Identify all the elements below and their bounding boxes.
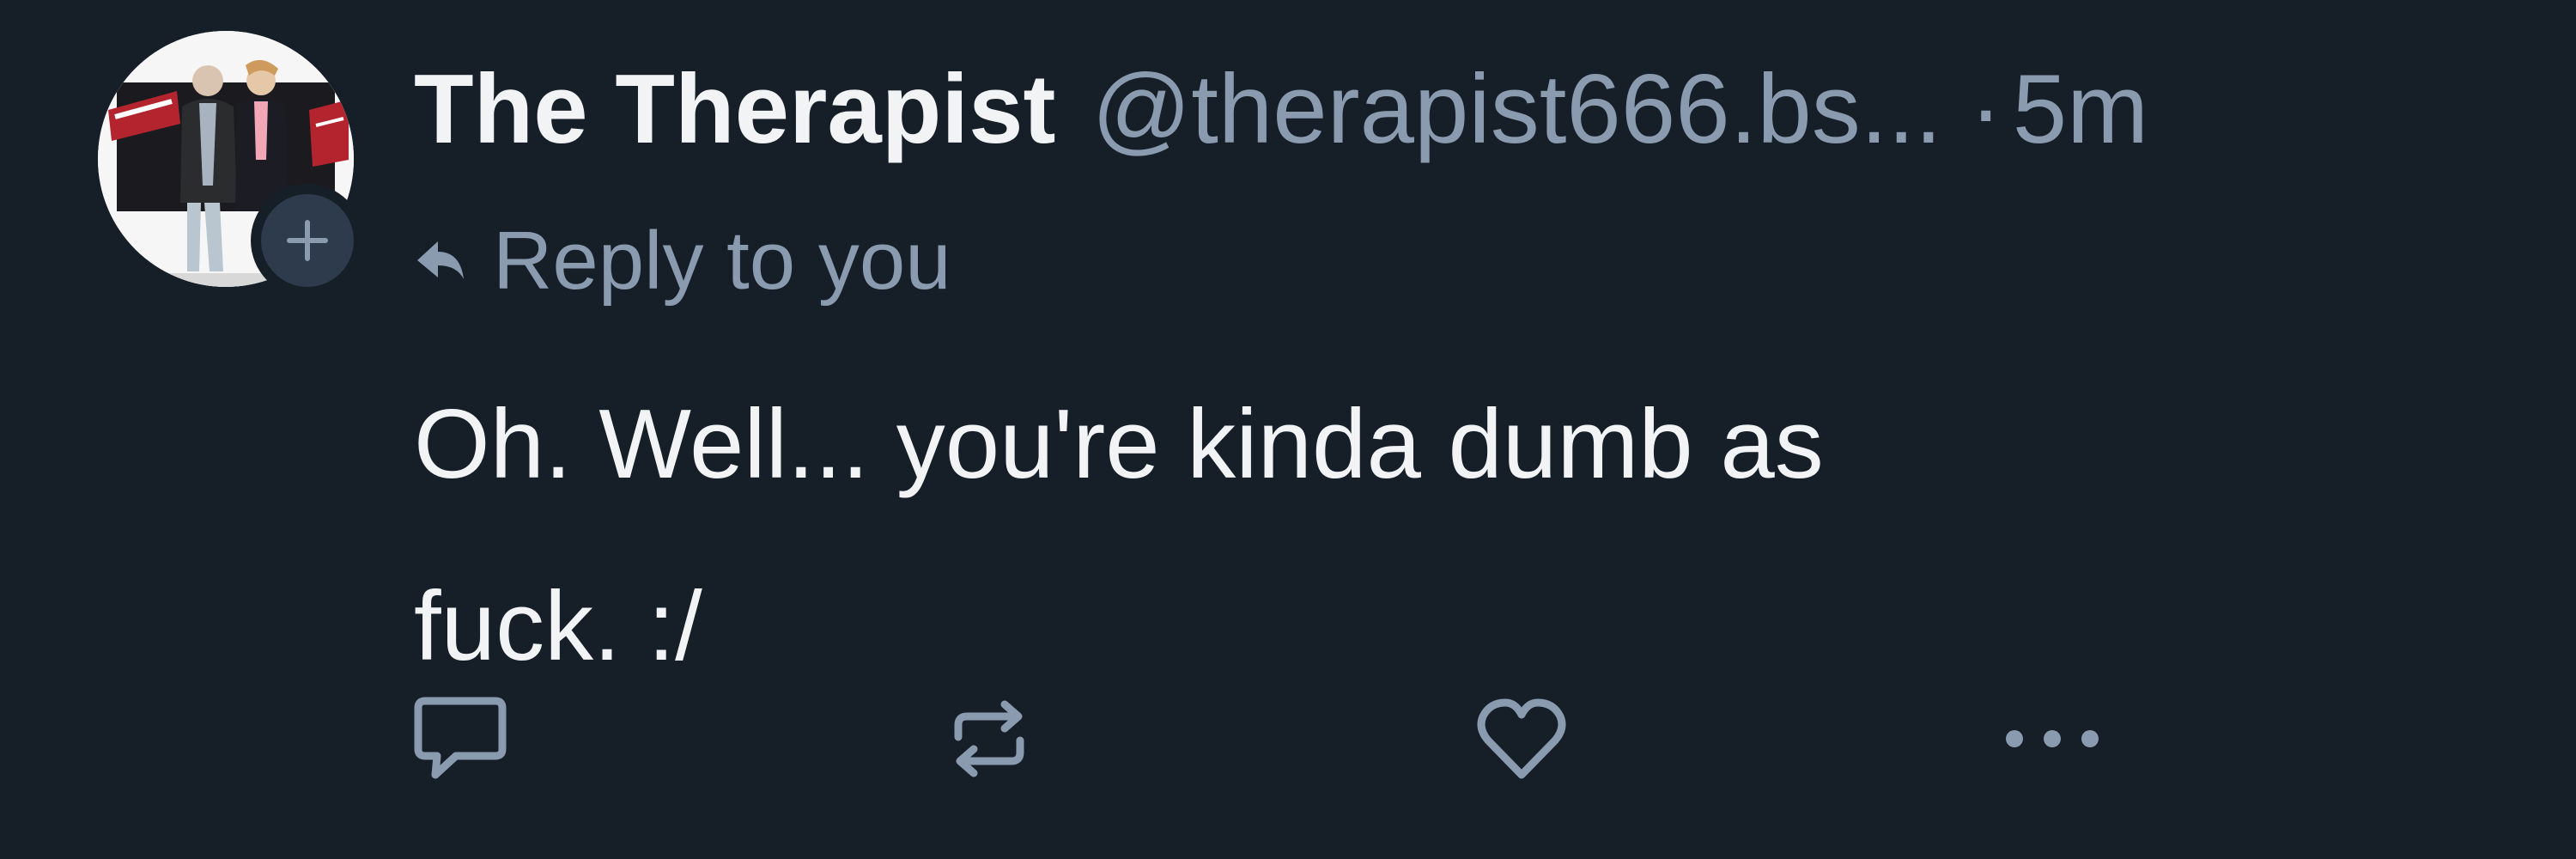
more-options-button[interactable] (2001, 687, 2104, 790)
header-separator: · (1969, 55, 2002, 164)
more-dots-icon (2006, 730, 2099, 747)
post-action-bar (0, 687, 2576, 790)
author-display-name[interactable]: The Therapist (414, 50, 1055, 170)
avatar-container[interactable] (98, 31, 364, 297)
post-text: Oh. Well... you're kinda dumb as fuck. :… (414, 354, 2303, 718)
repost-icon (954, 700, 1024, 777)
post-timestamp[interactable]: 5m (2013, 50, 2148, 170)
author-handle[interactable]: @therapist666.bs... (1091, 50, 1941, 170)
plus-icon (287, 220, 328, 261)
reply-arrow-icon (417, 241, 464, 279)
post-header: The Therapist @therapist666.bs... · 5m (414, 50, 2148, 170)
post-text-line: Oh. Well... you're kinda dumb as (414, 390, 1824, 499)
like-button[interactable] (1470, 687, 1573, 790)
reply-context: Reply to you (414, 210, 951, 313)
follow-button-circle[interactable] (261, 194, 354, 287)
follow-button[interactable] (251, 184, 364, 297)
reply-button[interactable] (409, 687, 512, 790)
heart-icon (1477, 698, 1566, 779)
comment-icon (414, 697, 507, 779)
post-card[interactable]: The Therapist @therapist666.bs... · 5m R… (0, 0, 2576, 859)
repost-button[interactable] (938, 687, 1041, 790)
reply-context-text: Reply to you (493, 215, 951, 307)
